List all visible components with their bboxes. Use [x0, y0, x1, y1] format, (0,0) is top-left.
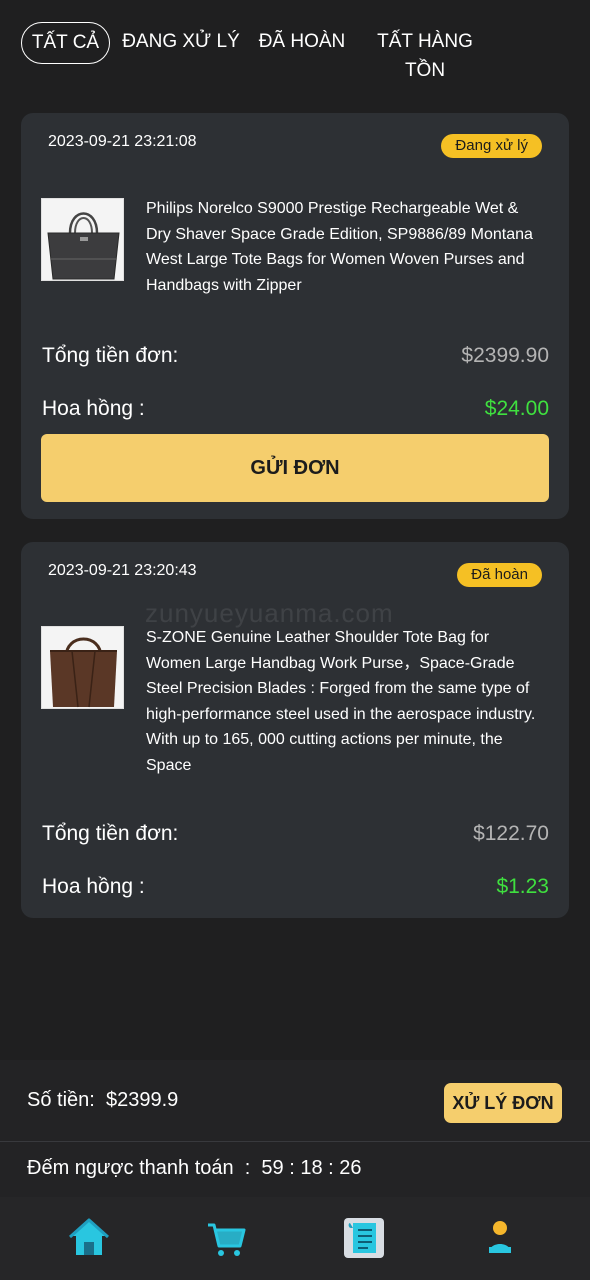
bottom-navigation — [0, 1197, 590, 1280]
countdown-label: Đếm ngược thanh toán — [27, 1157, 234, 1179]
status-badge: Đã hoàn — [457, 563, 542, 587]
product-image — [41, 198, 124, 281]
amount-value: $2399.9 — [105, 1089, 179, 1111]
order-time: 2023-09-21 23:20:43 — [48, 562, 197, 579]
countdown-value: 59 : 18 : 26 — [261, 1157, 362, 1179]
process-order-button[interactable]: XỬ LÝ ĐƠN — [444, 1083, 562, 1123]
product-title: S-ZONE Genuine Leather Shoulder Tote Bag… — [146, 629, 536, 774]
nav-home[interactable] — [68, 1217, 110, 1259]
order-filter-tabs: TẤT CẢ ĐANG XỬ LÝ ĐÃ HOÀN TẤT HÀNG TỒN — [0, 0, 590, 100]
amount-label: Số tiền: — [27, 1089, 95, 1111]
divider — [0, 1141, 590, 1142]
order-time: 2023-09-21 23:21:08 — [48, 133, 197, 150]
order-total-value: $2399.90 — [461, 344, 549, 367]
cart-icon — [208, 1223, 246, 1256]
tote-bag-image — [42, 199, 123, 280]
tab-all[interactable]: TẤT CẢ — [21, 22, 110, 64]
order-total-label: Tổng tiền đơn: — [42, 344, 179, 367]
commission-label: Hoa hồng : — [42, 397, 145, 420]
product-image — [41, 626, 124, 709]
leather-bag-image — [42, 627, 123, 708]
commission-value: $1.23 — [496, 875, 549, 898]
order-total-value: $122.70 — [473, 822, 549, 845]
watermark: zunyueyuanma.com — [145, 598, 394, 628]
orders-icon — [344, 1218, 384, 1258]
nav-cart[interactable] — [206, 1217, 246, 1259]
commission-value: $24.00 — [484, 397, 549, 420]
tab-frozen-goods[interactable]: TẤT HÀNG TỒN — [370, 27, 480, 85]
commission-label: Hoa hồng : — [42, 875, 145, 898]
tab-frozen-goods-line2: TỒN — [404, 60, 446, 81]
tab-refunded[interactable]: ĐÃ HOÀN — [252, 27, 352, 56]
product-title: Philips Norelco S9000 Prestige Rechargea… — [146, 200, 533, 294]
payment-countdown: Đếm ngược thanh toán : 59 : 18 : 26 — [27, 1157, 362, 1179]
nav-orders[interactable] — [343, 1217, 384, 1259]
order-card: 2023-09-21 23:21:08 Đang xử lý Philips N… — [21, 113, 569, 519]
amount-row: Số tiền: $2399.9 — [27, 1089, 178, 1112]
user-icon — [489, 1221, 511, 1253]
tab-processing[interactable]: ĐANG XỬ LÝ — [122, 27, 240, 56]
tab-frozen-goods-line1: TẤT HÀNG — [377, 31, 473, 52]
home-icon — [68, 1218, 110, 1255]
status-badge: Đang xử lý — [441, 134, 542, 158]
order-total-label: Tổng tiền đơn: — [42, 822, 179, 845]
submit-order-button[interactable]: GỬI ĐƠN — [41, 434, 549, 502]
nav-account[interactable] — [480, 1217, 520, 1259]
